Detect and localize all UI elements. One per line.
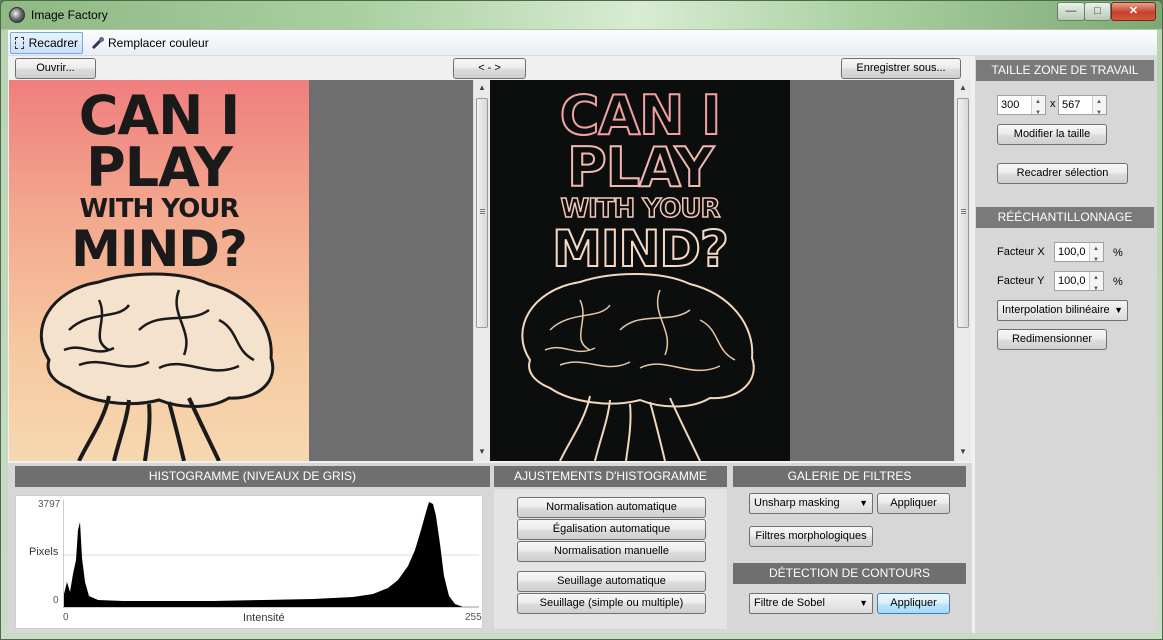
workspace-size-header: TAILLE ZONE DE TRAVAIL [976,60,1154,81]
dimension-separator: x [1050,98,1056,110]
crop-tool-label: Recadrer [28,36,78,50]
factor-y-label: Facteur Y [997,275,1045,287]
edge-filter-select-value: Filtre de Sobel [754,597,825,609]
histogram-x-max: 255 [465,612,482,623]
edge-filter-select[interactable]: Filtre de Sobel ▼ [749,593,873,614]
brain-edge-illustration [521,273,755,461]
histogram-y-min: 0 [53,595,59,606]
camera-icon [9,7,25,23]
original-pane-scrollbar[interactable]: ▲ ▼ [473,80,490,461]
interpolation-select[interactable]: Interpolation bilinéaire ▼ [997,300,1128,321]
save-as-button[interactable]: Enregistrer sous... [841,58,961,79]
scroll-up-arrow-icon[interactable]: ▲ [474,80,490,96]
morphological-filters-button[interactable]: Filtres morphologiques [749,526,873,547]
auto-threshold-button[interactable]: Seuillage automatique [517,571,706,592]
spin-arrows-icon[interactable] [1089,269,1103,298]
manual-normalization-button[interactable]: Normalisation manuelle [517,541,706,562]
apply-edge-filter-button[interactable]: Appliquer [877,593,950,614]
close-button[interactable]: ✕ [1111,2,1156,21]
workspace-width-value: 300 [1001,99,1020,111]
resize-workspace-button[interactable]: Modifier la taille [997,124,1107,145]
threshold-multi-button[interactable]: Seuillage (simple ou multiple) [517,593,706,614]
bottom-panel: HISTOGRAMME (NIVEAUX DE GRIS) 3797 Pixel… [8,463,972,633]
window-title: Image Factory [31,8,108,22]
chevron-down-icon: ▼ [1114,305,1123,315]
original-image-pane: CAN I PLAY WITH YOUR MIND? [9,80,474,461]
factor-x-unit: % [1113,247,1123,259]
processed-image-pane: CAN I PLAY WITH YOUR MIND? [490,80,969,461]
adjustments-header: AJUSTEMENTS D'HISTOGRAMME [494,466,727,487]
scroll-up-arrow-icon[interactable]: ▲ [955,80,971,96]
minimize-button[interactable]: — [1057,2,1085,21]
crop-icon [15,37,24,49]
factor-y-value: 100,0 [1058,275,1086,287]
spin-arrows-icon[interactable] [1092,93,1106,122]
processed-image: CAN I PLAY WITH YOUR MIND? [490,80,790,461]
title-bar: Image Factory — □ ✕ [1,1,1162,29]
chevron-down-icon: ▼ [859,498,868,508]
maximize-button[interactable]: □ [1084,2,1111,21]
apply-filter-button[interactable]: Appliquer [877,493,950,514]
poster-line-2: PLAY [86,136,233,199]
auto-equalization-button[interactable]: Égalisation automatique [517,519,706,540]
toolbar: Recadrer Remplacer couleur [8,30,1157,56]
factor-x-label: Facteur X [997,246,1045,258]
spin-arrows-icon[interactable] [1089,240,1103,269]
scroll-down-arrow-icon[interactable]: ▼ [955,444,971,460]
scrollbar-thumb[interactable] [476,98,488,328]
scrollbar-thumb[interactable] [957,98,969,328]
factor-x-input[interactable]: 100,0 [1054,240,1104,269]
grip-icon [480,209,485,210]
workspace-height-value: 567 [1062,99,1081,111]
app-window: Image Factory — □ ✕ Recadrer Remplacer c… [0,0,1163,640]
scroll-down-arrow-icon[interactable]: ▼ [474,444,490,460]
brain-illustration [39,272,275,461]
open-button[interactable]: Ouvrir... [15,58,96,79]
edge-detection-header: DÉTECTION DE CONTOURS [733,563,966,584]
resample-button[interactable]: Redimensionner [997,329,1107,350]
workspace-height-input[interactable]: 567 [1058,93,1107,122]
histogram-chart: 3797 Pixels 0 0 Intensité 255 [15,495,483,629]
replace-color-tool-button[interactable]: Remplacer couleur [86,32,216,54]
factor-y-input[interactable]: 100,0 [1054,269,1104,298]
crop-selection-button[interactable]: Recadrer sélection [997,163,1128,184]
histogram-plot [63,500,479,608]
edge-line-2: PLAY [566,135,715,200]
original-image: CAN I PLAY WITH YOUR MIND? [9,80,309,461]
eyedropper-icon [90,36,104,50]
factor-x-value: 100,0 [1058,246,1086,258]
processed-pane-scrollbar[interactable]: ▲ ▼ [954,80,971,461]
grip-icon [961,209,966,210]
histogram-x-min: 0 [63,612,69,623]
client-area: Recadrer Remplacer couleur Ouvrir... < -… [8,30,1157,633]
resampling-header: RÉÉCHANTILLONNAGE [976,207,1154,228]
histogram-y-label: Pixels [29,546,59,558]
filter-select[interactable]: Unsharp masking ▼ [749,493,873,514]
filter-select-value: Unsharp masking [754,497,840,509]
filters-header: GALERIE DE FILTRES [733,466,966,487]
swap-images-button[interactable]: < - > [453,58,526,79]
replace-color-label: Remplacer couleur [108,36,209,50]
spin-arrows-icon[interactable] [1031,93,1045,122]
histogram-x-label: Intensité [243,612,285,624]
chevron-down-icon: ▼ [859,598,868,608]
histogram-y-max: 3797 [38,499,61,510]
histogram-header: HISTOGRAMME (NIVEAUX DE GRIS) [15,466,490,487]
interpolation-select-value: Interpolation bilinéaire [1002,304,1110,316]
right-side-panel: TAILLE ZONE DE TRAVAIL 300 x 567 Modifie… [975,56,1157,633]
factor-y-unit: % [1113,276,1123,288]
auto-normalization-button[interactable]: Normalisation automatique [517,497,706,518]
workspace-width-input[interactable]: 300 [997,93,1046,122]
crop-tool-button[interactable]: Recadrer [10,32,83,54]
